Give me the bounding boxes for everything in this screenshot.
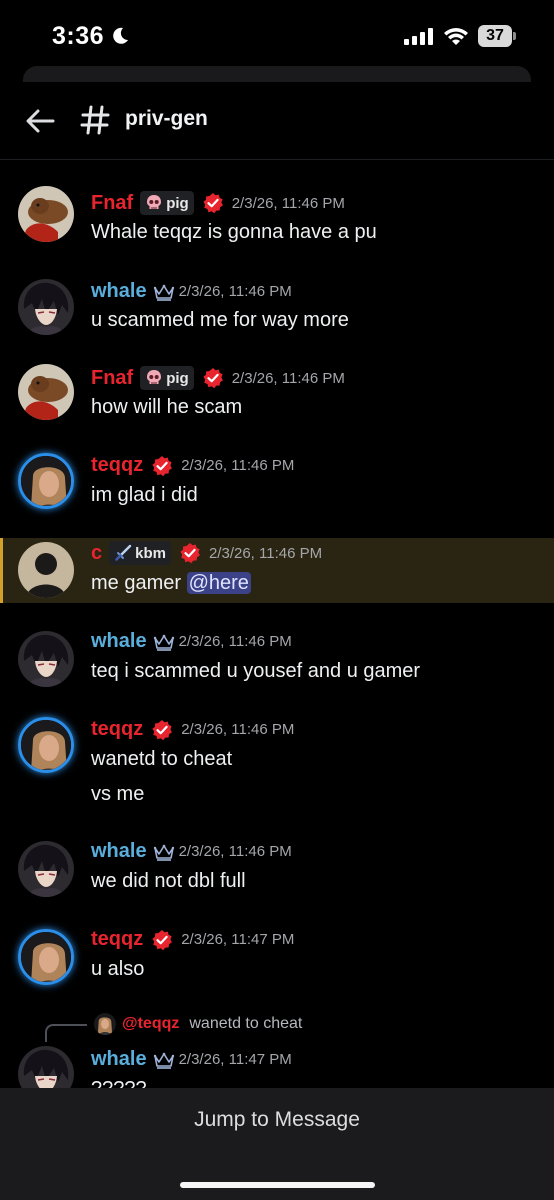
status-time: 3:36 (52, 22, 105, 50)
message-text: im glad i did (91, 484, 198, 506)
message-timestamp: 2/3/26, 11:46 PM (231, 194, 345, 212)
role-tag: pig (140, 191, 194, 215)
message-author[interactable]: c (91, 542, 102, 565)
message-text: u scammed me for way more (91, 309, 349, 331)
message-author[interactable]: whale (91, 840, 147, 863)
message-text: vs me (91, 783, 145, 805)
message-text: u also (91, 958, 145, 980)
avatar[interactable] (18, 453, 74, 509)
sword-icon (114, 544, 132, 562)
reply-preview[interactable]: @teqqz wanetd to cheat (94, 1013, 302, 1035)
jump-to-message-button[interactable]: Jump to Message (0, 1108, 554, 1132)
message-text: wanetd to cheat (91, 748, 233, 770)
back-arrow-icon[interactable] (24, 106, 56, 136)
role-tag: kbm (109, 541, 171, 565)
battery-level: 37 (478, 25, 512, 47)
avatar[interactable] (18, 631, 74, 687)
verified-badge-icon (202, 192, 224, 214)
message-timestamp: 2/3/26, 11:47 PM (178, 1051, 292, 1068)
message-author[interactable]: whale (91, 630, 147, 653)
message[interactable]: Fnaf pig 2/3/26, 11:46 PM Whale teqqz is… (0, 185, 554, 245)
message-author[interactable]: whale (91, 280, 147, 303)
avatar[interactable] (18, 841, 74, 897)
skull-icon (145, 194, 163, 212)
verified-badge-icon (151, 719, 173, 741)
verified-badge-icon (151, 455, 173, 477)
verified-badge-icon (151, 929, 173, 951)
crown-icon (153, 842, 175, 862)
crown-icon (153, 632, 175, 652)
role-tag-label: pig (166, 369, 189, 387)
message-author[interactable]: teqqz (91, 718, 143, 741)
avatar[interactable] (18, 542, 74, 598)
message[interactable]: Fnaf pig 2/3/26, 11:46 PM how will he sc… (0, 363, 554, 423)
message[interactable]: whale 2/3/26, 11:47 PM ????? (0, 1046, 554, 1088)
message[interactable]: whale 2/3/26, 11:46 PM teq i scammed u y… (0, 630, 554, 690)
message[interactable]: teqqz 2/3/26, 11:46 PM wanetd to cheat v… (0, 716, 554, 812)
message-timestamp: 2/3/26, 11:46 PM (181, 457, 295, 474)
home-indicator[interactable] (180, 1182, 375, 1188)
status-bar: 3:36 37 (0, 0, 554, 70)
message-author[interactable]: teqqz (91, 454, 143, 477)
message-timestamp: 2/3/26, 11:46 PM (178, 633, 292, 650)
channel-header: priv-gen (0, 82, 554, 160)
role-tag-label: pig (166, 194, 189, 212)
moon-icon (113, 27, 128, 44)
avatar[interactable] (18, 186, 74, 242)
sheet-handle-area (23, 66, 531, 82)
message[interactable]: whale 2/3/26, 11:46 PM u scammed me for … (0, 278, 554, 338)
message-author[interactable]: Fnaf (91, 192, 133, 215)
mention-here[interactable]: @here (186, 572, 251, 594)
crown-icon (153, 1050, 175, 1070)
message-text: how will he scam (91, 396, 243, 418)
message-timestamp: 2/3/26, 11:47 PM (181, 931, 295, 948)
message-author[interactable]: whale (91, 1048, 147, 1071)
message-text: me gamer (91, 572, 182, 594)
message[interactable]: teqqz 2/3/26, 11:46 PM im glad i did (0, 452, 554, 512)
signal-icon (404, 28, 433, 45)
message-author[interactable]: Fnaf (91, 367, 133, 390)
verified-badge-icon (202, 367, 224, 389)
reply-text: wanetd to cheat (189, 1015, 303, 1032)
message-timestamp: 2/3/26, 11:46 PM (231, 369, 345, 387)
skull-icon (145, 369, 163, 387)
avatar[interactable] (18, 364, 74, 420)
message[interactable]: teqqz 2/3/26, 11:47 PM u also (0, 928, 554, 988)
message-text: we did not dbl full (91, 870, 246, 892)
avatar[interactable] (18, 929, 74, 985)
message-timestamp: 2/3/26, 11:46 PM (178, 843, 292, 860)
message[interactable]: c kbm 2/3/26, 11:46 PM me gamer @here (0, 541, 554, 601)
channel-name[interactable]: priv-gen (125, 107, 208, 131)
message-text: ????? (91, 1078, 147, 1088)
reply-avatar (94, 1013, 116, 1035)
message-timestamp: 2/3/26, 11:46 PM (181, 721, 295, 738)
crown-icon (153, 282, 175, 302)
reply-connector (45, 1024, 87, 1042)
message[interactable]: whale 2/3/26, 11:46 PM we did not dbl fu… (0, 840, 554, 900)
message-timestamp: 2/3/26, 11:46 PM (178, 283, 292, 300)
role-tag: pig (140, 366, 194, 390)
message-author[interactable]: teqqz (91, 928, 143, 951)
wifi-icon (444, 28, 468, 45)
avatar[interactable] (18, 1046, 74, 1088)
verified-badge-icon (179, 542, 201, 564)
role-tag-label: kbm (135, 544, 166, 562)
jump-bar: Jump to Message (0, 1088, 554, 1200)
message-text: Whale teqqz is gonna have a pu (91, 221, 377, 243)
message-text: teq i scammed u yousef and u gamer (91, 660, 421, 682)
avatar[interactable] (18, 279, 74, 335)
reply-author[interactable]: @teqqz (122, 1015, 179, 1033)
message-timestamp: 2/3/26, 11:46 PM (208, 544, 323, 562)
battery-icon: 37 (478, 25, 516, 47)
hash-icon (80, 105, 110, 135)
avatar[interactable] (18, 717, 74, 773)
